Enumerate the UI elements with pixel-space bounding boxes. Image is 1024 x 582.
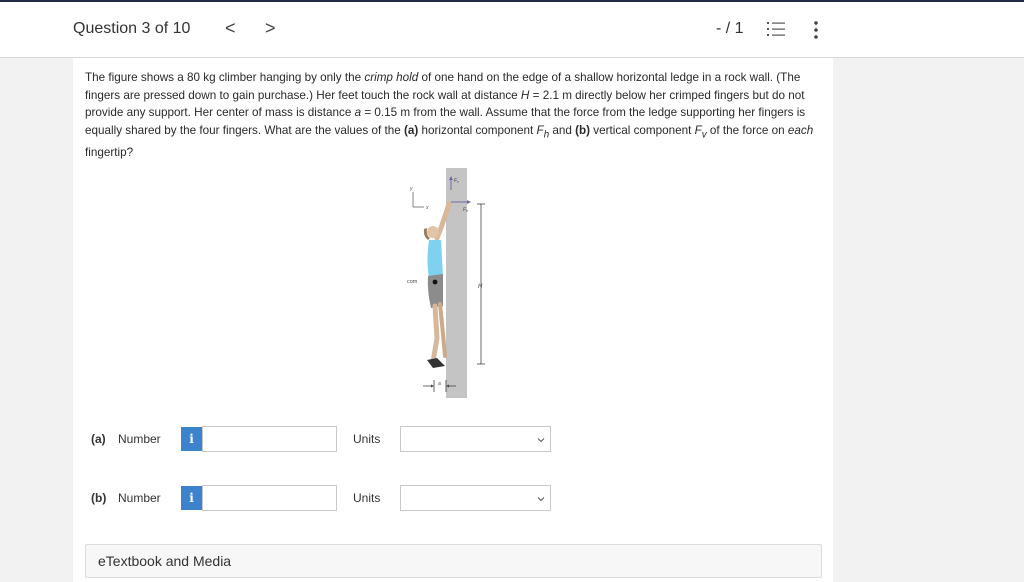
climber-figure: y x Fv Fh H com a xyxy=(407,168,485,398)
previous-question-button[interactable]: < xyxy=(225,18,236,39)
part-b-label: (b) xyxy=(91,491,107,505)
number-input-a[interactable] xyxy=(202,426,337,452)
com-label: com xyxy=(407,279,418,285)
answer-row-a: (a) Number i Units xyxy=(91,426,561,452)
question-title: Question 3 of 10 xyxy=(73,20,191,37)
units-label-b: Units xyxy=(353,491,381,505)
info-button-a[interactable]: i xyxy=(181,427,202,451)
answer-row-b: (b) Number i Units xyxy=(91,485,561,511)
number-label-a: Number xyxy=(118,432,161,446)
part-a-label: (a) xyxy=(91,432,106,446)
numbered-list-icon[interactable] xyxy=(766,20,786,38)
etextbook-and-media-panel[interactable]: eTextbook and Media xyxy=(85,544,822,578)
units-label-a: Units xyxy=(353,432,381,446)
center-of-mass-marker xyxy=(432,279,438,285)
chevron-down-icon xyxy=(537,438,545,443)
etextbook-label: eTextbook and Media xyxy=(98,553,232,569)
problem-statement: The figure shows a 80 kg climber hanging… xyxy=(85,71,814,159)
x-axis-label: x xyxy=(425,205,429,211)
question-header: Question 3 of 10 < > - / 1 xyxy=(0,2,1024,58)
number-input-b[interactable] xyxy=(202,485,337,511)
chevron-down-icon xyxy=(537,497,545,502)
info-button-b[interactable]: i xyxy=(181,486,202,510)
number-label-b: Number xyxy=(118,491,161,505)
crimp-hold-term: crimp hold xyxy=(364,71,419,84)
question-card: The figure shows a 80 kg climber hanging… xyxy=(73,58,833,582)
h-label: H xyxy=(478,284,483,290)
fh-label: Fh xyxy=(463,207,468,213)
score-display: - / 1 xyxy=(716,20,744,37)
a-label: a xyxy=(438,381,441,387)
units-select-b[interactable] xyxy=(400,485,551,511)
y-axis-label: y xyxy=(409,186,413,192)
units-select-a[interactable] xyxy=(400,426,551,452)
next-question-button[interactable]: > xyxy=(265,18,276,39)
more-vertical-icon[interactable] xyxy=(812,20,820,40)
